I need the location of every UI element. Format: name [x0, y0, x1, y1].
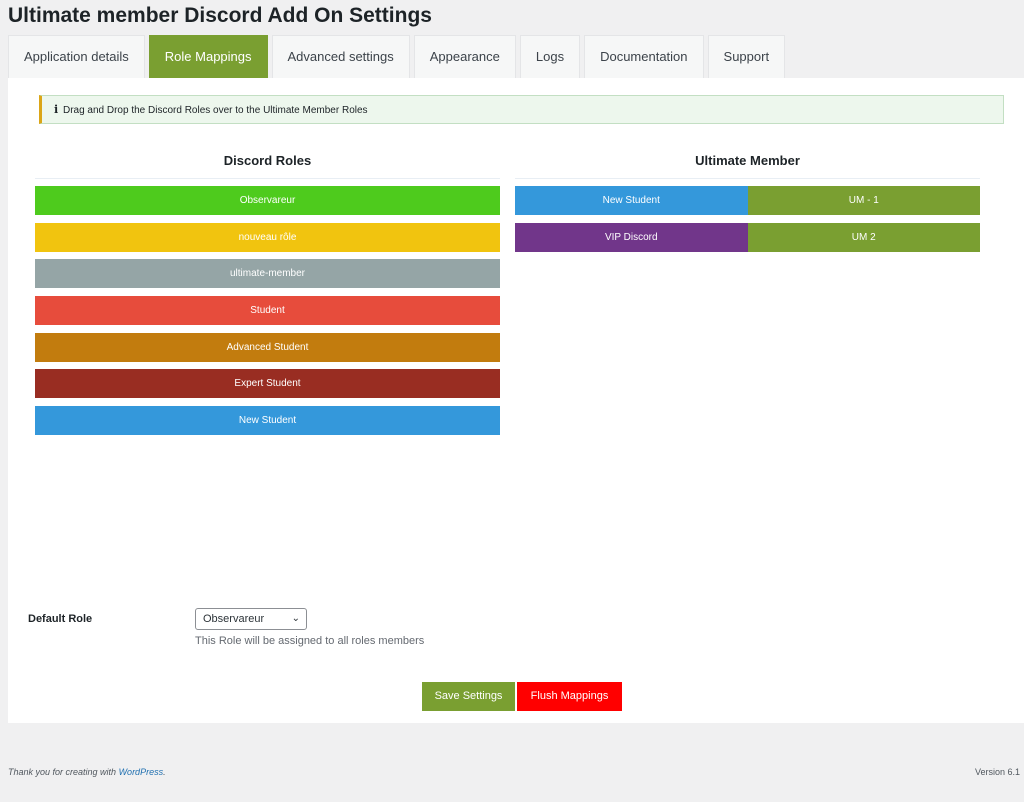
ultimate-member-title: Ultimate Member: [695, 153, 800, 168]
mapping-row: VIP Discord UM 2: [515, 223, 980, 252]
flush-mappings-button[interactable]: Flush Mappings: [517, 682, 622, 711]
footer-credit: Thank you for creating with WordPress.: [8, 767, 166, 777]
discord-roles-title: Discord Roles: [223, 153, 312, 168]
tab-role-mappings[interactable]: Role Mappings: [148, 35, 268, 78]
settings-panel: i Drag and Drop the Discord Roles over t…: [8, 78, 1024, 723]
default-role-label: Default Role: [28, 613, 93, 625]
discord-role-nouveau-role[interactable]: nouveau rôle: [35, 223, 500, 252]
tab-appearance[interactable]: Appearance: [413, 35, 516, 78]
tab-logs[interactable]: Logs: [519, 35, 581, 78]
tab-documentation[interactable]: Documentation: [584, 35, 704, 78]
mapped-discord-role[interactable]: New Student: [515, 186, 748, 215]
mapping-row: New Student UM - 1: [515, 186, 980, 215]
notice-text: Drag and Drop the Discord Roles over to …: [62, 105, 368, 116]
discord-role-ultimate-member[interactable]: ultimate-member: [35, 259, 500, 288]
chevron-down-icon: ⌄: [291, 613, 300, 624]
wordpress-link[interactable]: WordPress: [119, 767, 164, 777]
footer-prefix: Thank you for creating with: [8, 767, 119, 777]
tab-support[interactable]: Support: [707, 35, 786, 78]
default-role-hint: This Role will be assigned to all roles …: [195, 635, 425, 647]
discord-role-new-student[interactable]: New Student: [35, 406, 500, 435]
ultimate-member-divider: [515, 178, 980, 179]
footer-suffix: .: [163, 767, 166, 777]
discord-role-advanced-student[interactable]: Advanced Student: [35, 333, 500, 362]
info-notice: i Drag and Drop the Discord Roles over t…: [39, 95, 1004, 124]
default-role-value: Observareur: [203, 613, 265, 625]
nav-tabs: Application details Role Mappings Advanc…: [8, 35, 789, 78]
default-role-select[interactable]: Observareur ⌄: [195, 608, 307, 630]
footer-version: Version 6.1: [974, 767, 1020, 777]
tab-advanced-settings[interactable]: Advanced settings: [271, 35, 410, 78]
discord-role-observareur[interactable]: Observareur: [35, 186, 500, 215]
info-icon: i: [54, 103, 59, 116]
discord-role-expert-student[interactable]: Expert Student: [35, 369, 500, 398]
save-settings-button[interactable]: Save Settings: [422, 682, 515, 711]
page-title: Ultimate member Discord Add On Settings: [8, 4, 432, 27]
um-role: UM 2: [747, 223, 980, 252]
tab-application-details[interactable]: Application details: [8, 35, 145, 78]
um-role: UM - 1: [747, 186, 980, 215]
mapped-discord-role[interactable]: VIP Discord: [515, 223, 748, 252]
discord-roles-divider: [35, 178, 500, 179]
discord-role-student[interactable]: Student: [35, 296, 500, 325]
